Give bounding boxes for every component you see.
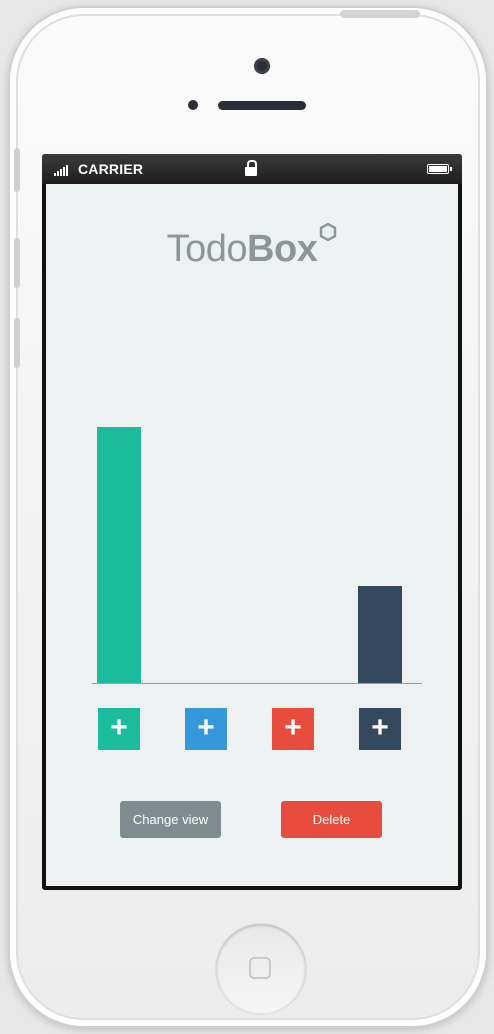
delete-button[interactable]: Delete <box>281 801 382 838</box>
plus-icon: + <box>284 711 302 744</box>
plus-icon: + <box>110 711 128 744</box>
chart-baseline <box>92 683 422 684</box>
battery-icon <box>427 164 452 174</box>
todobox-app: TodoBox + + + + Change view Delete <box>46 184 458 886</box>
add-task-button-2[interactable]: + <box>185 708 227 750</box>
add-task-button-1[interactable]: + <box>98 708 140 750</box>
status-bar: CARRIER <box>42 154 462 184</box>
plus-icon: + <box>197 711 215 744</box>
add-task-button-4[interactable]: + <box>359 708 401 750</box>
volume-down-button <box>14 318 20 368</box>
earpiece-speaker <box>218 101 306 110</box>
bar-4 <box>358 586 402 683</box>
home-square-icon <box>249 957 271 979</box>
change-view-button[interactable]: Change view <box>120 801 221 838</box>
proximity-sensor <box>188 100 198 110</box>
bar-1 <box>97 427 141 683</box>
home-button[interactable] <box>216 924 306 1014</box>
plus-icon: + <box>371 711 389 744</box>
power-button <box>340 10 420 18</box>
front-camera <box>254 58 270 74</box>
add-task-button-3[interactable]: + <box>272 708 314 750</box>
signal-strength-icon <box>54 164 68 176</box>
screen: CARRIER TodoBox + + + + Change view Delete <box>42 154 462 890</box>
lock-icon <box>245 160 257 176</box>
carrier-label: CARRIER <box>78 161 144 177</box>
volume-up-button <box>14 238 20 288</box>
bar-chart <box>46 184 458 886</box>
mute-switch <box>14 148 20 192</box>
